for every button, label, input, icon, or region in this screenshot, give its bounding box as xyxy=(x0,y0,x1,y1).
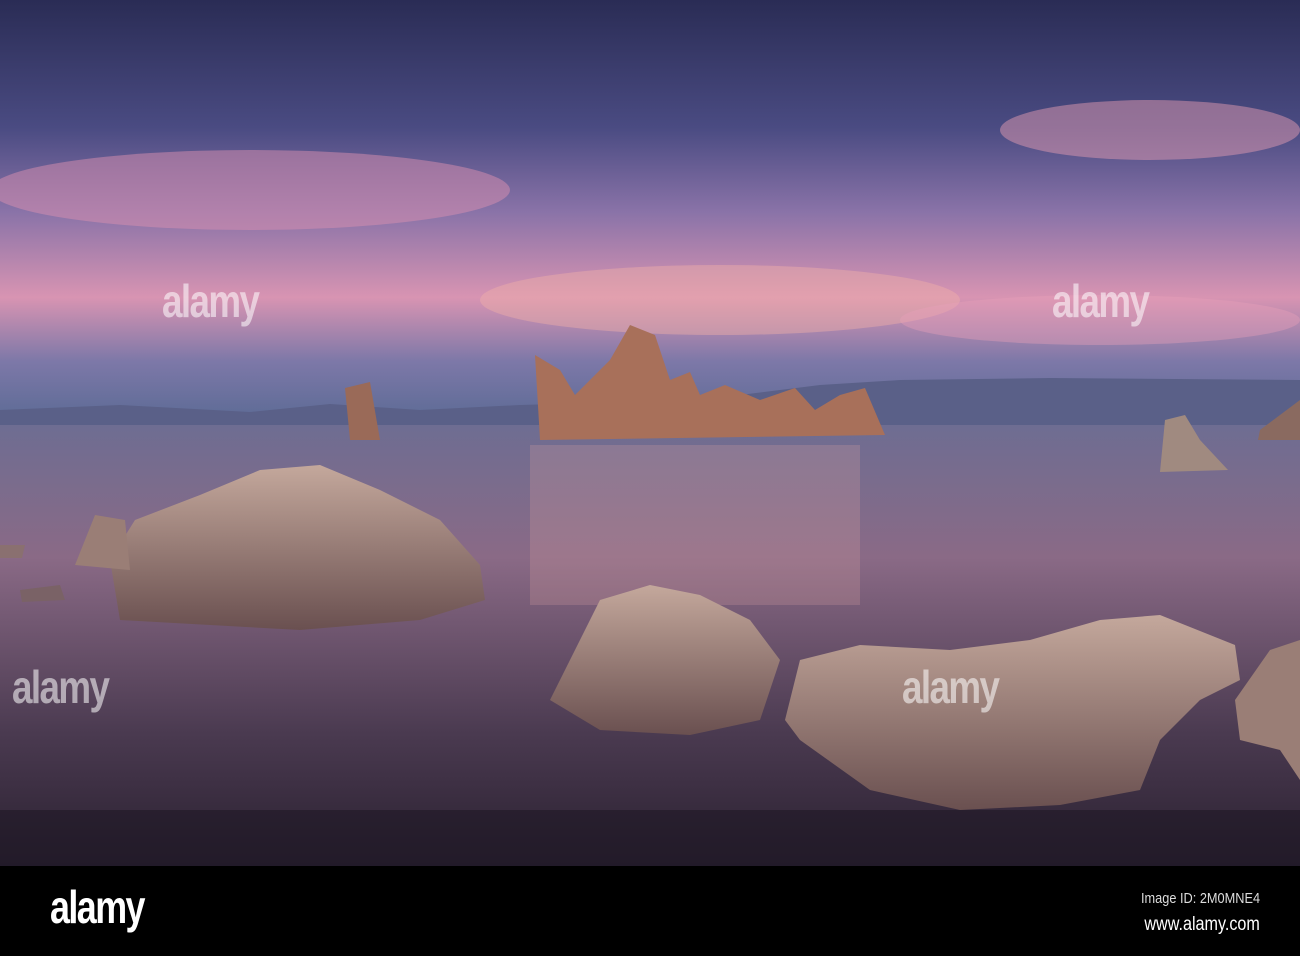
footer-bar: alamy Image ID: 2M0MNE4 www.alamy.com xyxy=(0,866,1300,956)
image-id: Image ID: 2M0MNE4 xyxy=(1140,890,1260,907)
photo-frame: alamy alamy alamy alamy alamy Image ID: … xyxy=(0,0,1300,956)
site-url[interactable]: www.alamy.com xyxy=(1145,914,1260,936)
watermark: alamy xyxy=(162,275,260,327)
watermark: alamy xyxy=(902,661,1000,713)
watermark: alamy xyxy=(12,661,110,713)
mono-lake-tufa-photo xyxy=(0,0,1300,866)
watermark: alamy xyxy=(1052,275,1150,327)
alamy-logo: alamy xyxy=(50,881,146,933)
